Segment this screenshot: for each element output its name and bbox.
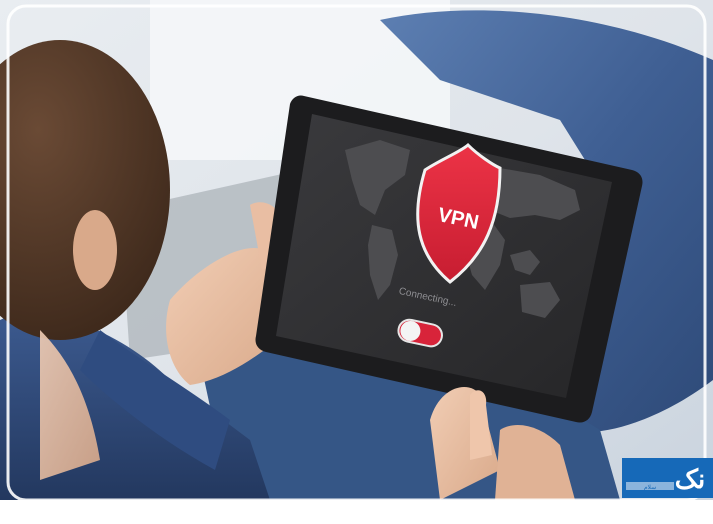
watermark-logo-text: نک — [675, 464, 706, 494]
vpn-photo: VPN Connecting... سلام نک — [0, 0, 713, 524]
watermark-logo: سلام نک — [622, 458, 713, 498]
watermark-small-text: سلام — [644, 484, 656, 491]
